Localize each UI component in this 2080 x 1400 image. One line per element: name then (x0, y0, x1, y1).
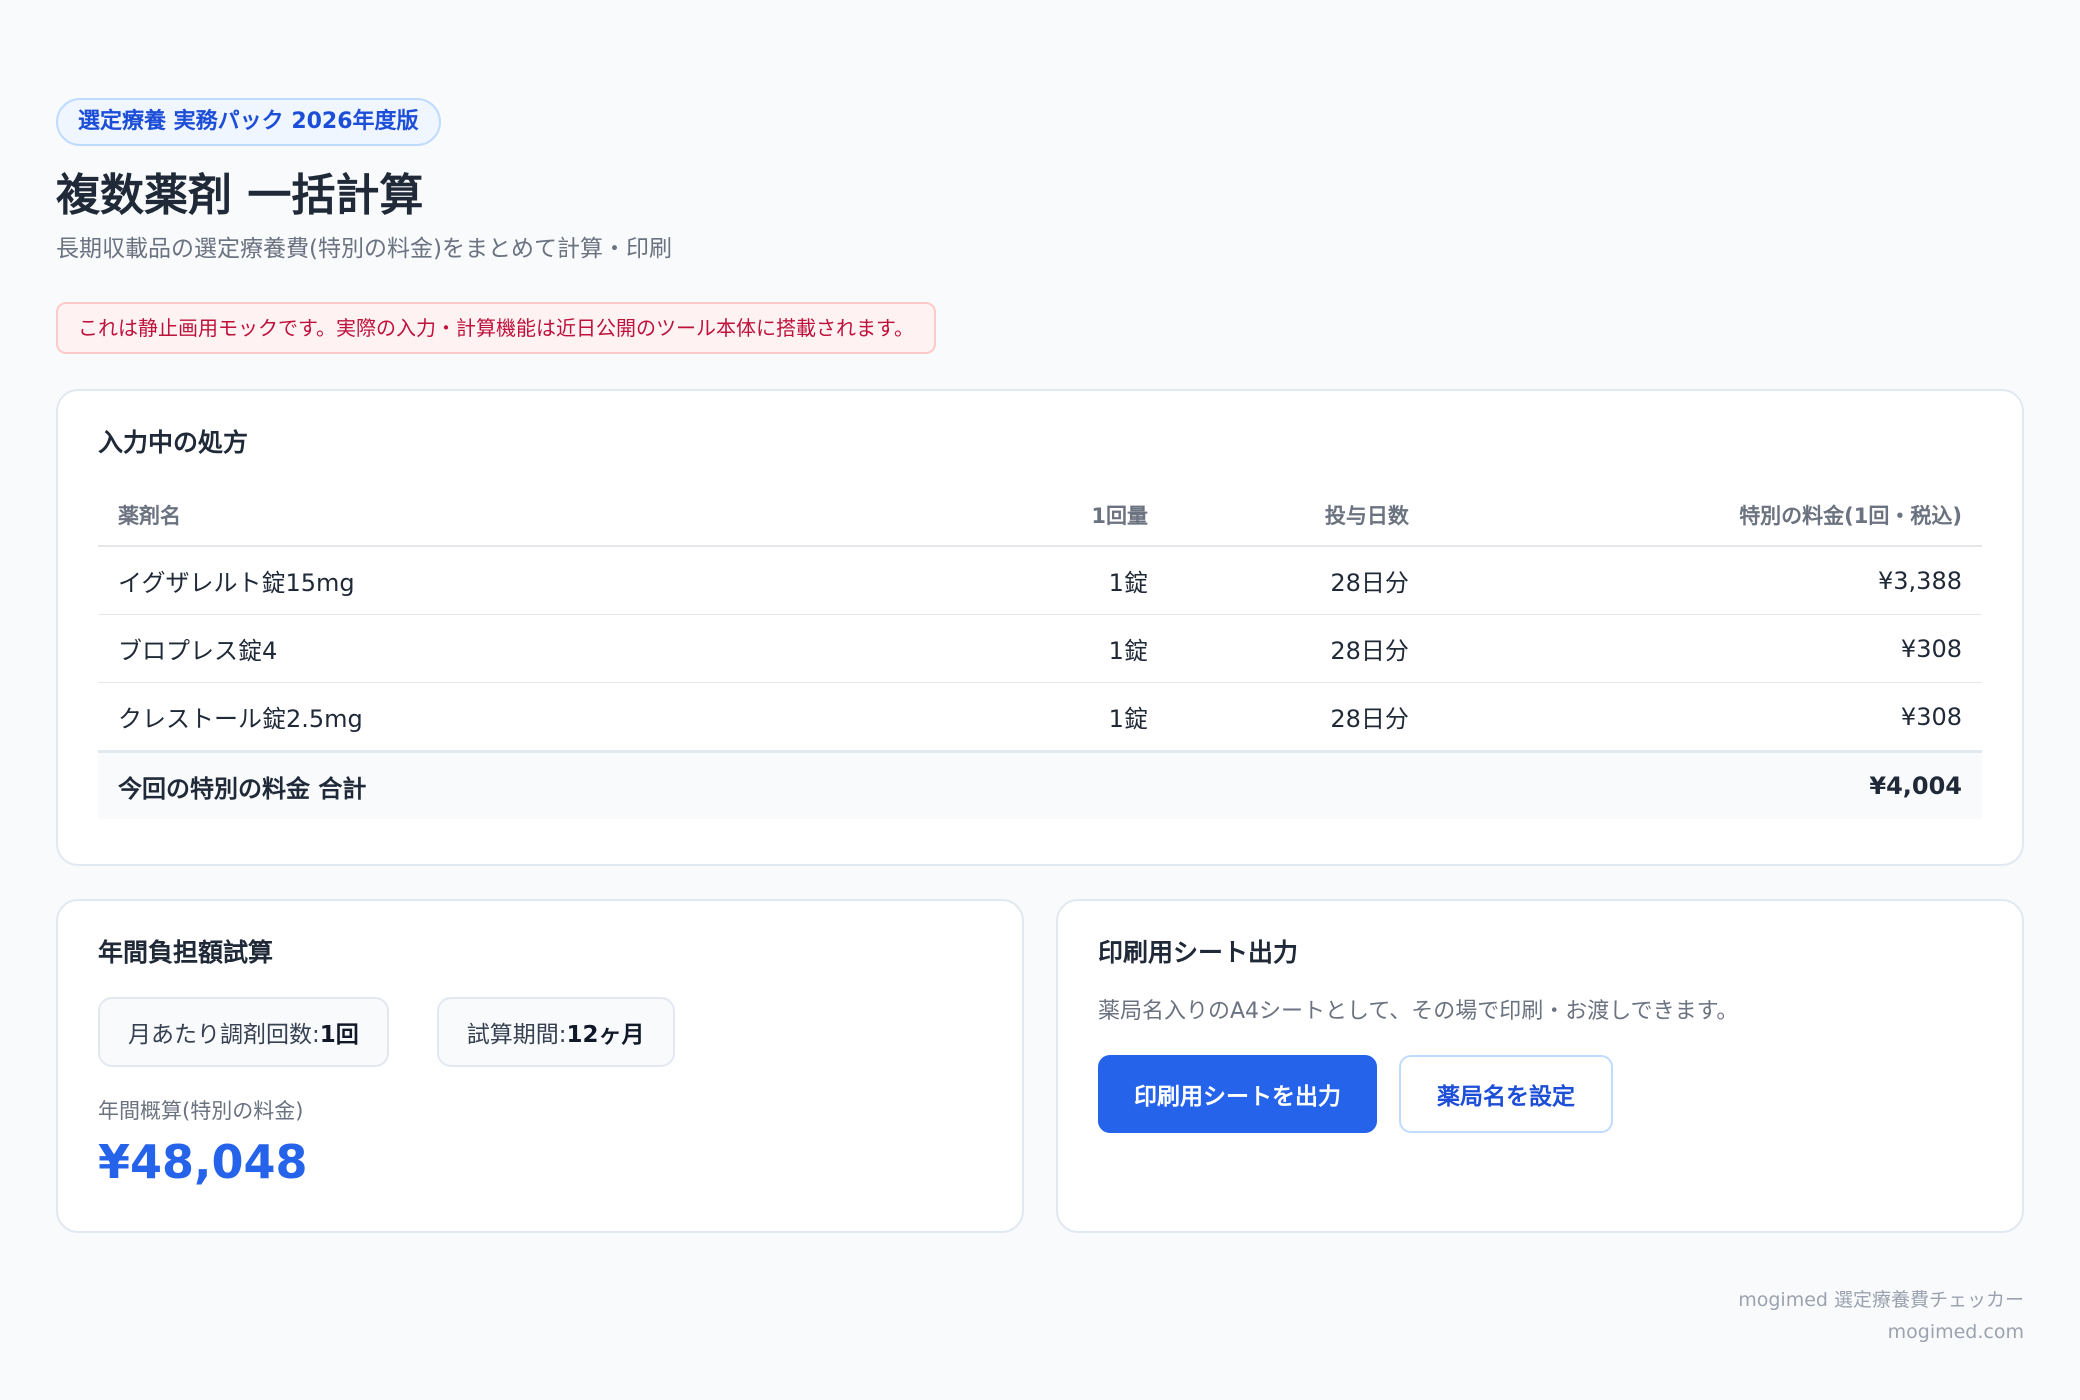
table-row[interactable]: クレストール錠2.5mg 1錠 28日分 ¥308 (98, 682, 1982, 752)
drug-dose: 1錠 (964, 614, 1168, 683)
annual-estimate-value: ¥48,048 (98, 1135, 308, 1189)
column-header-dose: 1回量 (964, 485, 1168, 547)
print-description: 薬局名入りのA4シートとして、その場で印刷・お渡しできます。 (1098, 999, 1739, 1024)
monthly-frequency-selector[interactable]: 月あたり調剤回数: 1回 (98, 997, 389, 1067)
total-value: ¥4,004 (1428, 750, 1982, 819)
drug-fee: ¥308 (1428, 682, 1982, 752)
period-selector[interactable]: 試算期間: 12ヶ月 (436, 997, 675, 1067)
annual-title: 年間負担額試算 (98, 938, 274, 967)
page-subtitle: 長期収載品の選定療養費(特別の料金)をまとめて計算・印刷 (56, 236, 672, 262)
column-header-drug: 薬剤名 (98, 485, 965, 547)
footer-product: mogimed 選定療養費チェッカー (1738, 1289, 2024, 1311)
footer: mogimed 選定療養費チェッカー mogimed.com (1738, 1284, 2024, 1348)
footer-site[interactable]: mogimed.com (1738, 1316, 2024, 1348)
table-row[interactable]: イグザレルト錠15mg 1錠 28日分 ¥3,388 (98, 546, 1982, 615)
total-row: 今回の特別の料金 合計 ¥4,004 (98, 750, 1982, 819)
print-sheet-card: 印刷用シート出力 薬局名入りのA4シートとして、その場で印刷・お渡しできます。 … (1056, 899, 2024, 1233)
prescription-table: 薬剤名 1回量 投与日数 特別の料金(1回・税込) イグザレルト錠15mg 1錠… (98, 485, 1982, 819)
page-title: 複数薬剤 一括計算 (56, 170, 424, 221)
period-label: 試算期間: (466, 1022, 567, 1048)
monthly-frequency-label: 月あたり調剤回数: (128, 1022, 320, 1048)
drug-dose: 1錠 (964, 546, 1168, 615)
drug-days: 28日分 (1167, 546, 1429, 615)
column-header-days: 投与日数 (1167, 485, 1429, 547)
mock-notice: これは静止画用モックです。実際の入力・計算機能は近日公開のツール本体に搭載されま… (56, 302, 936, 354)
period-value: 12ヶ月 (566, 1022, 645, 1048)
table-header-row: 薬剤名 1回量 投与日数 特別の料金(1回・税込) (98, 485, 1982, 547)
drug-days: 28日分 (1167, 614, 1429, 683)
drug-fee: ¥308 (1428, 614, 1982, 683)
drug-dose: 1錠 (964, 682, 1168, 752)
column-header-fee: 特別の料金(1回・税込) (1428, 485, 1982, 547)
monthly-frequency-value: 1回 (319, 1022, 359, 1048)
prescription-card: 入力中の処方 薬剤名 1回量 投与日数 特別の料金(1回・税込) イグザレルト錠… (56, 389, 2024, 866)
annual-estimate-card: 年間負担額試算 月あたり調剤回数: 1回 試算期間: 12ヶ月 年間概算(特別の料金… (56, 899, 1024, 1233)
drug-name: クレストール錠2.5mg (98, 682, 965, 752)
drug-fee: ¥3,388 (1428, 546, 1982, 615)
print-sheet-button[interactable]: 印刷用シートを出力 (1098, 1055, 1377, 1133)
annual-estimate-label: 年間概算(特別の料金) (98, 1099, 304, 1123)
drug-days: 28日分 (1167, 682, 1429, 752)
drug-name: ブロプレス錠4 (98, 614, 965, 683)
drug-name: イグザレルト錠15mg (98, 546, 965, 615)
page: 選定療養 実務パック 2026年度版 複数薬剤 一括計算 長期収載品の選定療養費… (56, 98, 2024, 1233)
total-label: 今回の特別の料金 合計 (98, 750, 965, 819)
prescription-title: 入力中の処方 (98, 428, 249, 457)
table-row[interactable]: ブロプレス錠4 1錠 28日分 ¥308 (98, 614, 1982, 683)
print-title: 印刷用シート出力 (1098, 938, 1299, 967)
set-pharmacy-name-button[interactable]: 薬局名を設定 (1399, 1055, 1613, 1133)
edition-badge: 選定療養 実務パック 2026年度版 (56, 98, 441, 146)
